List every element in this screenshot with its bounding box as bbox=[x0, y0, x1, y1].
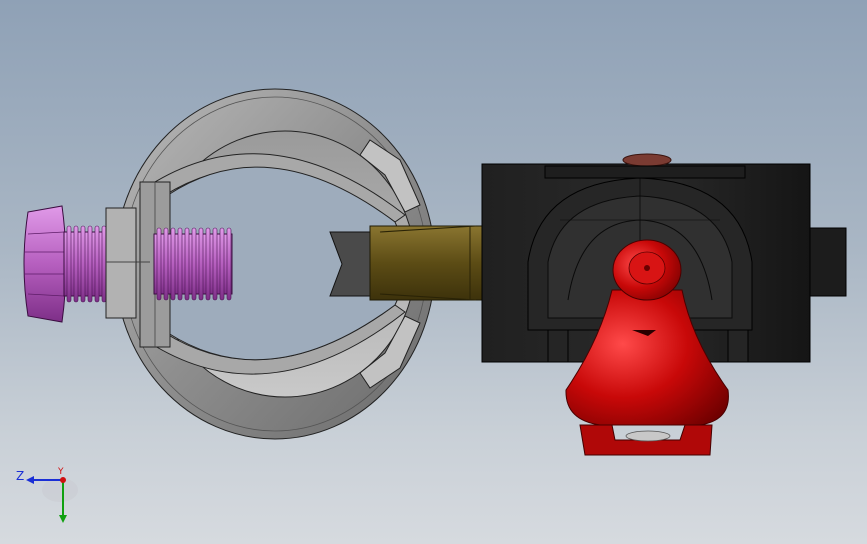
orientation-triad: Z Y bbox=[10, 462, 90, 532]
y-axis-label: Y bbox=[58, 467, 64, 477]
brass-sleeve[interactable] bbox=[329, 225, 483, 301]
graphics-viewport[interactable]: Z Y bbox=[0, 0, 867, 544]
cad-model-scene[interactable] bbox=[0, 0, 867, 544]
z-axis-label: Z bbox=[16, 469, 25, 483]
